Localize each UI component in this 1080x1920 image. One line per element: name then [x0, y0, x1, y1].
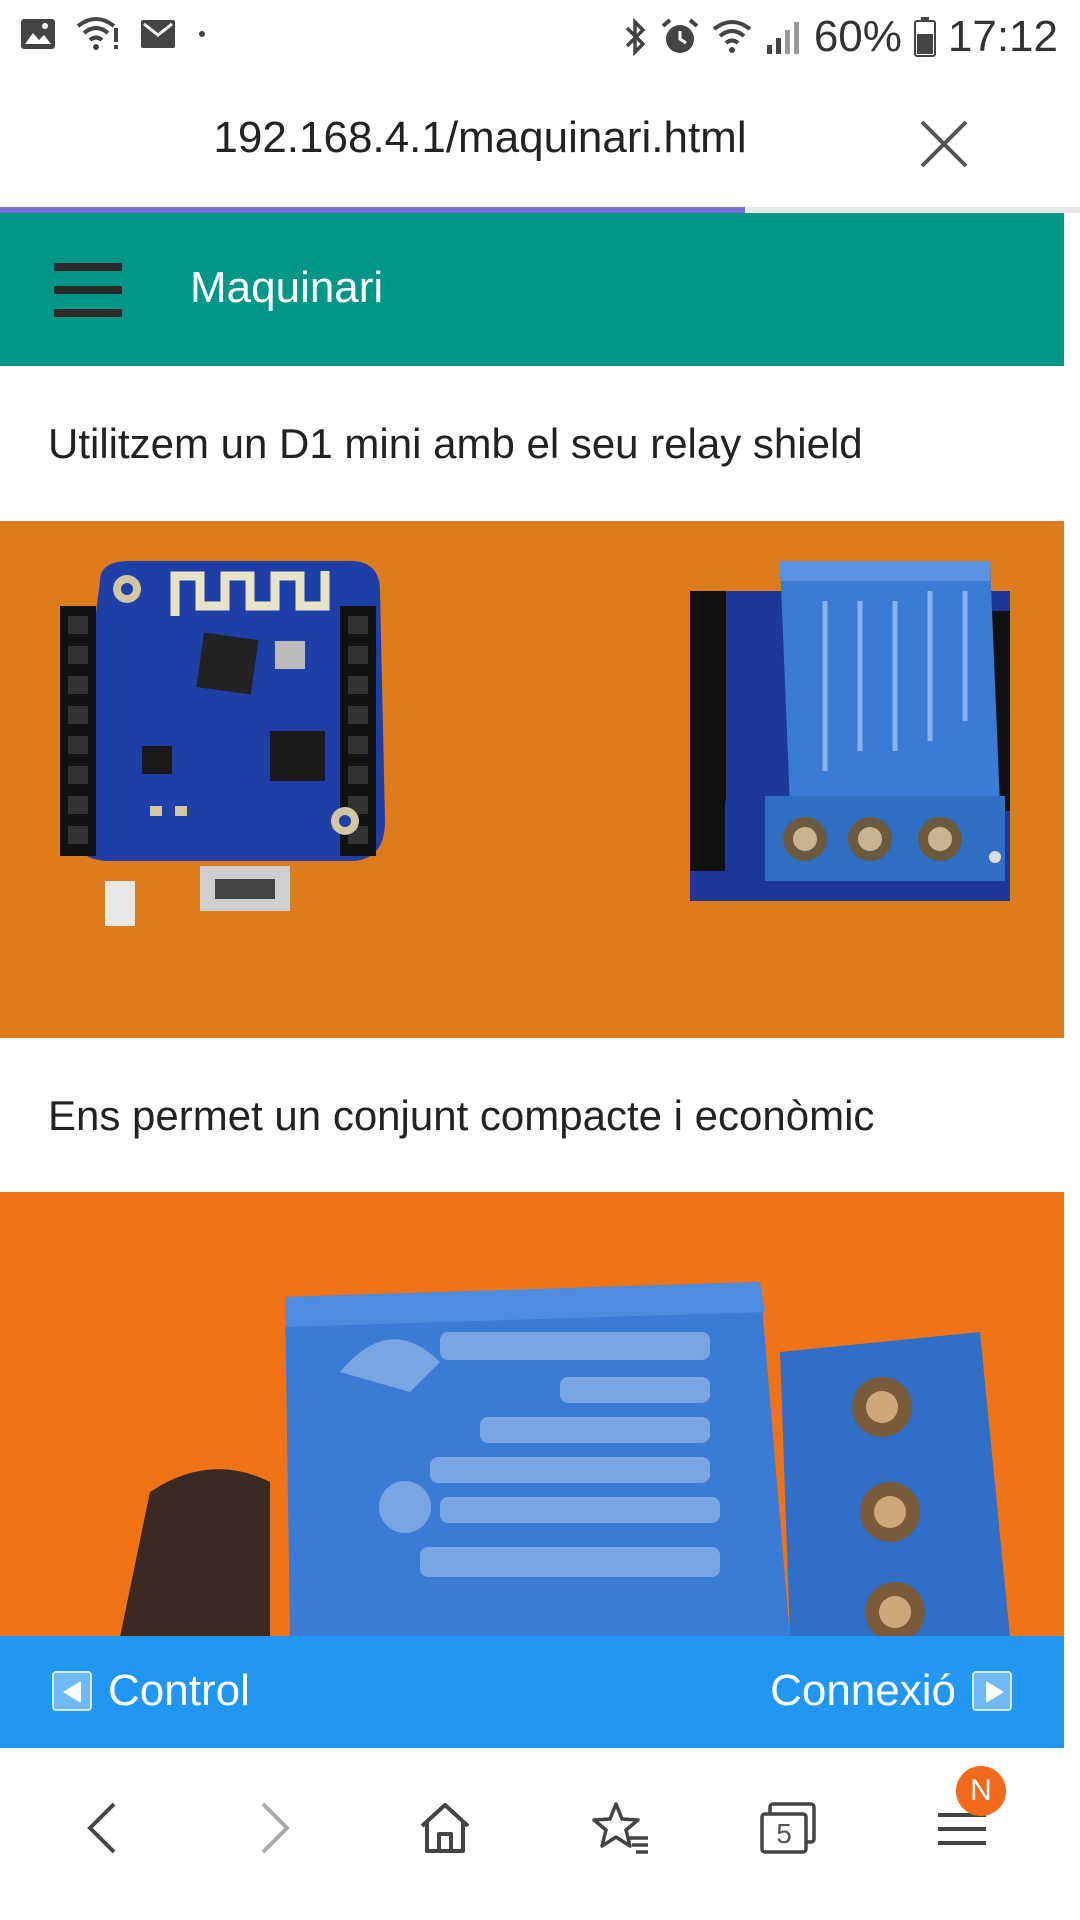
clock: 17:12: [947, 12, 1058, 61]
close-button[interactable]: [912, 112, 976, 176]
alarm-icon: [660, 17, 700, 57]
next-page-label: Connexió: [770, 1666, 956, 1715]
dot-icon: [196, 28, 208, 40]
notification-badge: N: [956, 1766, 1006, 1816]
browser-toolbar: 5 N: [0, 1748, 1080, 1920]
back-button[interactable]: [62, 1788, 142, 1868]
hamburger-icon: [54, 263, 122, 271]
arrow-left-icon: [52, 1671, 92, 1711]
next-page-link[interactable]: Connexió: [770, 1666, 1012, 1716]
prev-page-label: Control: [108, 1666, 250, 1715]
prev-page-link[interactable]: Control: [52, 1666, 250, 1716]
home-button[interactable]: [405, 1788, 485, 1868]
close-icon: [920, 120, 968, 168]
description-paragraph: Ens permet un conjunt compacte i econòmi…: [48, 1092, 875, 1139]
status-bar: 60% 17:12: [0, 0, 1080, 75]
page-title: Maquinari: [190, 263, 384, 312]
tab-count: 5: [776, 1818, 792, 1849]
hardware-photo: [0, 521, 1064, 1038]
relay-closeup-photo: [0, 1192, 1064, 1636]
back-arrow-icon: [87, 1802, 116, 1854]
bookmarks-button[interactable]: [580, 1788, 660, 1868]
battery-percent: 60%: [813, 12, 902, 61]
app-header: Maquinari: [0, 213, 1064, 366]
forward-button[interactable]: [235, 1788, 315, 1868]
intro-paragraph: Utilitzem un D1 mini amb el seu relay sh…: [48, 420, 863, 467]
mail-icon: [140, 19, 176, 49]
arrow-right-icon: [972, 1671, 1012, 1711]
battery-icon: [913, 17, 936, 57]
star-list-icon: [592, 1802, 648, 1854]
relay-shield: [690, 561, 1010, 901]
forward-arrow-icon: [261, 1802, 290, 1854]
page-content[interactable]: Utilitzem un D1 mini amb el seu relay sh…: [0, 366, 1064, 1636]
url-text[interactable]: 192.168.4.1/maquinari.html: [0, 113, 960, 163]
bluetooth-icon: [624, 18, 648, 56]
tabs-button[interactable]: 5: [748, 1788, 828, 1868]
wifi-icon: [712, 19, 754, 55]
gallery-icon: [20, 18, 56, 50]
home-icon: [420, 1803, 470, 1853]
signal-icon: [766, 19, 802, 55]
tabs-icon: 5: [760, 1802, 816, 1854]
page-navigation: Control Connexió: [0, 1636, 1064, 1748]
menu-button[interactable]: [54, 263, 122, 317]
wifi-alert-icon: [76, 16, 120, 52]
